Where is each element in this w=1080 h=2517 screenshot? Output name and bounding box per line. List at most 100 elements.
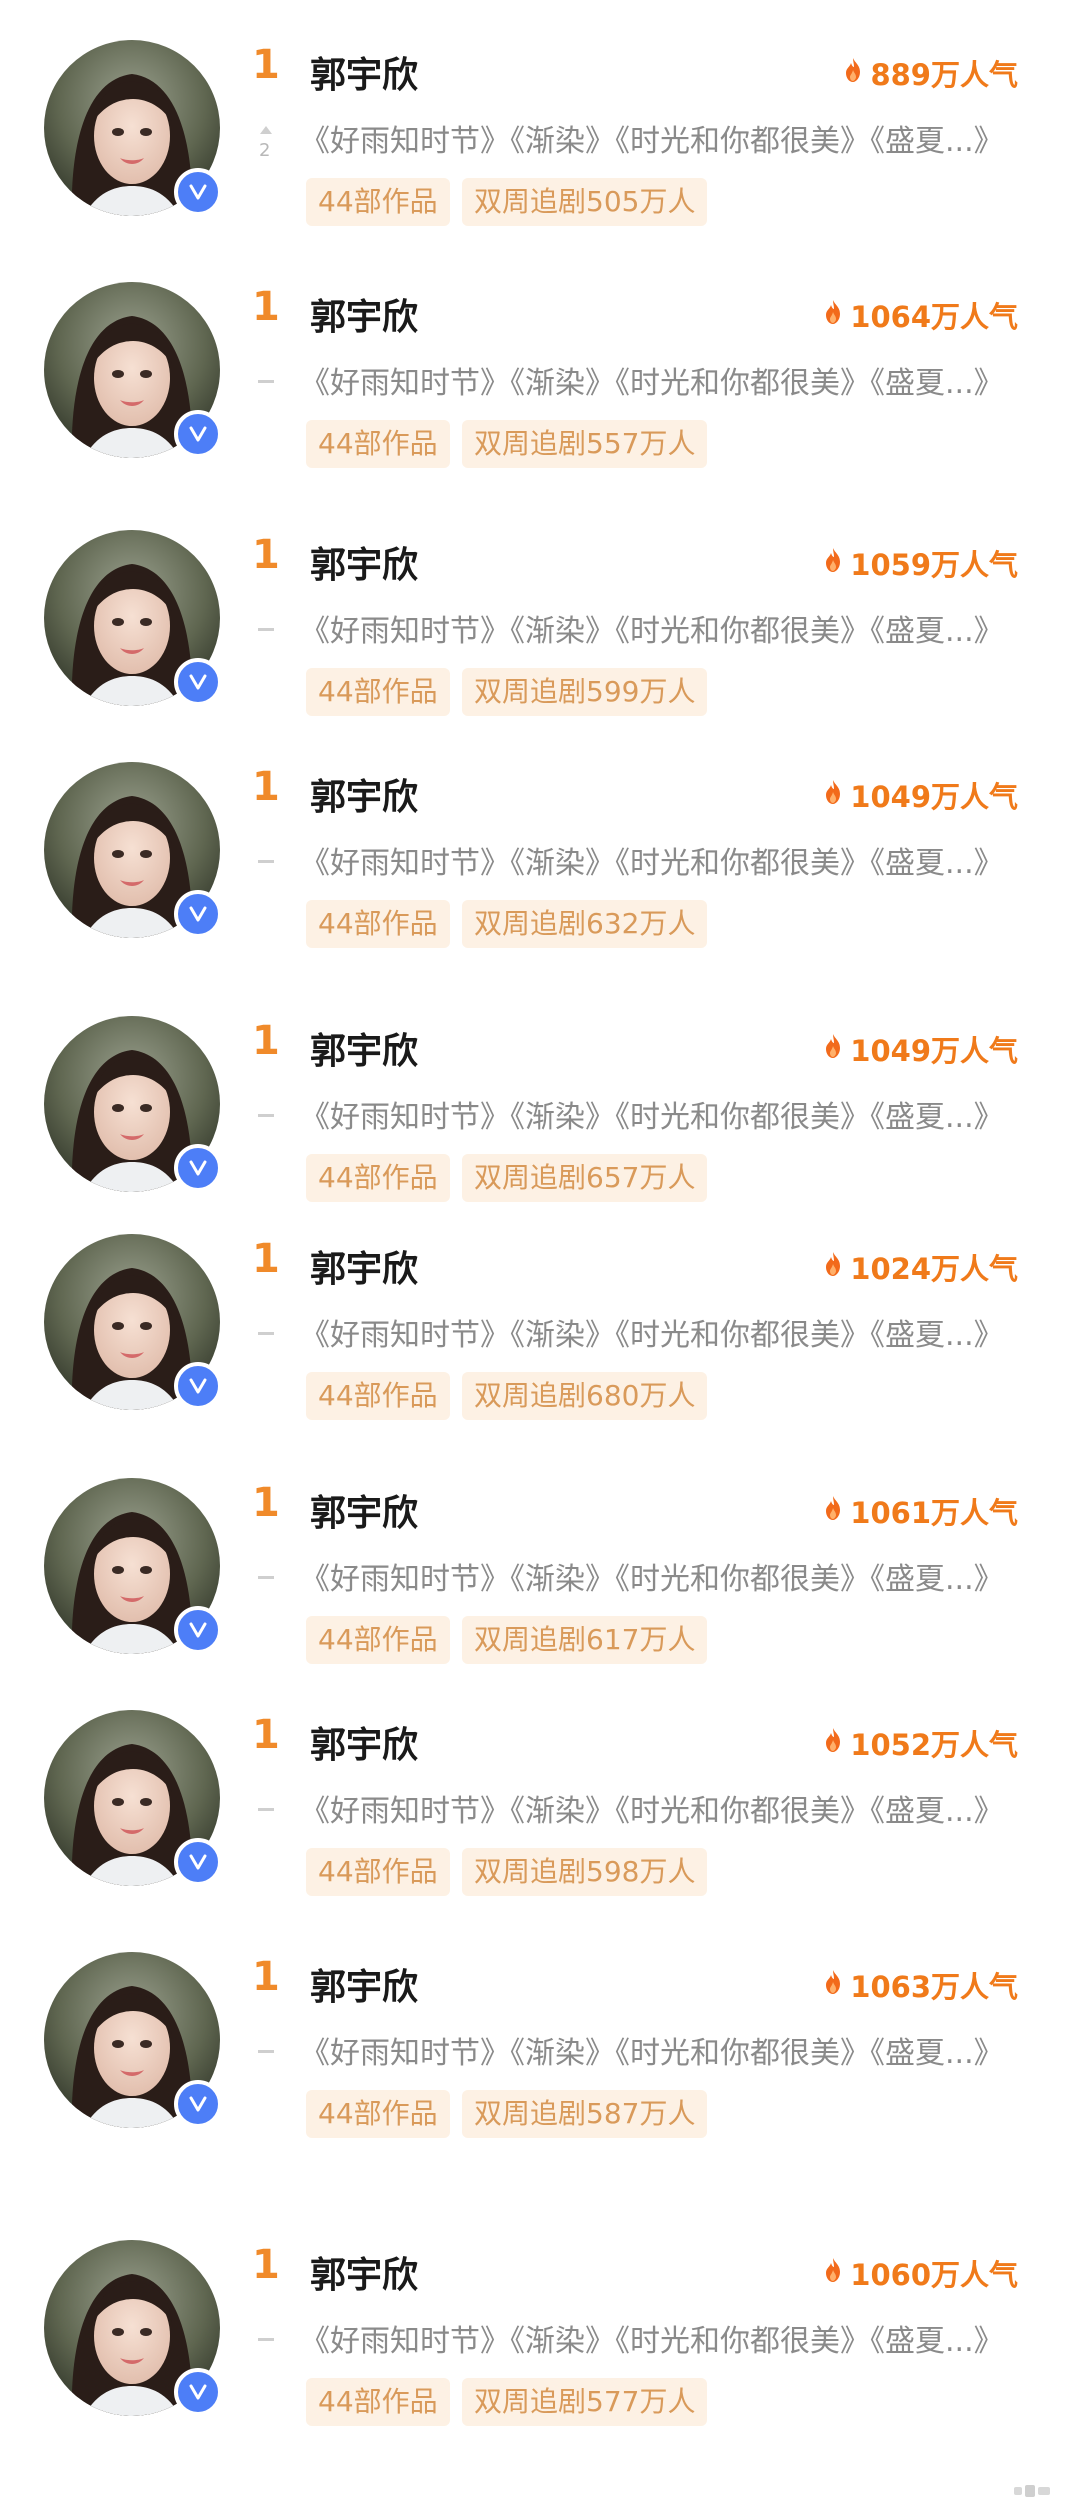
rank-number: 1 bbox=[252, 1712, 280, 1758]
popularity-text: 1024万人气 bbox=[850, 1252, 1018, 1286]
actor-name[interactable]: 郭宇欣 bbox=[310, 1484, 418, 1536]
verified-badge bbox=[174, 1144, 222, 1192]
tag-drama-viewers: 双周追剧557万人 bbox=[462, 420, 708, 468]
popularity: 1060万人气 bbox=[822, 2252, 1018, 2294]
flame-icon bbox=[822, 1968, 844, 2002]
works-list: 《好雨知时节》《渐染》《时光和你都很美》《盛夏...》 bbox=[300, 2036, 1004, 2071]
tag-works-count: 44部作品 bbox=[306, 668, 450, 716]
works-list: 《好雨知时节》《渐染》《时光和你都很美》《盛夏...》 bbox=[300, 614, 1004, 649]
actor-name[interactable]: 郭宇欣 bbox=[310, 1958, 418, 2010]
rank-number: 1 bbox=[252, 1954, 280, 2000]
tag-drama-viewers: 双周追剧598万人 bbox=[462, 1848, 708, 1896]
flame-icon bbox=[822, 1032, 844, 1066]
ranking-entry[interactable]: 1 郭宇欣 1063万人气 《好雨知时节》《渐染》《时光和你都很美》《盛夏...… bbox=[0, 1952, 1080, 2152]
ranking-entry[interactable]: 1 郭宇欣 1059万人气 《好雨知时节》《渐染》《时光和你都很美》《盛夏...… bbox=[0, 530, 1080, 730]
trend-same-icon bbox=[258, 2050, 274, 2053]
trend-same-icon bbox=[258, 628, 274, 631]
flame-icon bbox=[822, 546, 844, 580]
works-list: 《好雨知时节》《渐染》《时光和你都很美》《盛夏...》 bbox=[300, 1794, 1004, 1829]
ranking-entry[interactable]: 1 郭宇欣 1064万人气 《好雨知时节》《渐染》《时光和你都很美》《盛夏...… bbox=[0, 282, 1080, 482]
popularity-text: 889万人气 bbox=[870, 58, 1018, 92]
works-list: 《好雨知时节》《渐染》《时光和你都很美》《盛夏...》 bbox=[300, 846, 1004, 881]
actor-name[interactable]: 郭宇欣 bbox=[310, 536, 418, 588]
popularity: 1049万人气 bbox=[822, 774, 1018, 816]
actor-name[interactable]: 郭宇欣 bbox=[310, 288, 418, 340]
ranking-entry[interactable]: 1 郭宇欣 889万人气 2 《好雨知时节》《渐染》《时光和你都很美》《盛夏..… bbox=[0, 40, 1080, 240]
actor-name[interactable]: 郭宇欣 bbox=[310, 1022, 418, 1074]
popularity-text: 1059万人气 bbox=[850, 548, 1018, 582]
works-list: 《好雨知时节》《渐染》《时光和你都很美》《盛夏...》 bbox=[300, 124, 1004, 159]
popularity: 889万人气 bbox=[842, 52, 1018, 94]
popularity-text: 1049万人气 bbox=[850, 780, 1018, 814]
verified-v-icon bbox=[189, 1160, 207, 1176]
ranking-entry[interactable]: 1 郭宇欣 1060万人气 《好雨知时节》《渐染》《时光和你都很美》《盛夏...… bbox=[0, 2240, 1080, 2440]
trend-same-icon bbox=[258, 1808, 274, 1811]
verified-v-icon bbox=[189, 426, 207, 442]
flame-icon bbox=[822, 1726, 844, 1760]
popularity-text: 1064万人气 bbox=[850, 300, 1018, 334]
rank-number: 1 bbox=[252, 1480, 280, 1526]
trend-same-icon bbox=[258, 380, 274, 383]
tag-drama-viewers: 双周追剧587万人 bbox=[462, 2090, 708, 2138]
popularity: 1024万人气 bbox=[822, 1246, 1018, 1288]
trend-value: 2 bbox=[259, 140, 271, 161]
tag-works-count: 44部作品 bbox=[306, 2378, 450, 2426]
verified-badge bbox=[174, 1838, 222, 1886]
verified-v-icon bbox=[189, 906, 207, 922]
tag-works-count: 44部作品 bbox=[306, 2090, 450, 2138]
tag-drama-viewers: 双周追剧632万人 bbox=[462, 900, 708, 948]
tag-drama-viewers: 双周追剧680万人 bbox=[462, 1372, 708, 1420]
popularity: 1059万人气 bbox=[822, 542, 1018, 584]
tag-works-count: 44部作品 bbox=[306, 1848, 450, 1896]
verified-badge bbox=[174, 1362, 222, 1410]
verified-badge bbox=[174, 2368, 222, 2416]
popularity: 1061万人气 bbox=[822, 1490, 1018, 1532]
tag-drama-viewers: 双周追剧505万人 bbox=[462, 178, 708, 226]
ranking-list: 1 郭宇欣 889万人气 2 《好雨知时节》《渐染》《时光和你都很美》《盛夏..… bbox=[0, 0, 1080, 2517]
actor-name[interactable]: 郭宇欣 bbox=[310, 46, 418, 98]
flame-icon bbox=[842, 56, 864, 90]
flame-icon bbox=[822, 298, 844, 332]
verified-v-icon bbox=[189, 1622, 207, 1638]
rank-number: 1 bbox=[252, 1018, 280, 1064]
actor-name[interactable]: 郭宇欣 bbox=[310, 768, 418, 820]
popularity-text: 1063万人气 bbox=[850, 1970, 1018, 2004]
rank-number: 1 bbox=[252, 532, 280, 578]
actor-name[interactable]: 郭宇欣 bbox=[310, 1240, 418, 1292]
trend-same-icon bbox=[258, 860, 274, 863]
trend-same-icon bbox=[258, 1332, 274, 1335]
tag-works-count: 44部作品 bbox=[306, 1616, 450, 1664]
verified-v-icon bbox=[189, 2096, 207, 2112]
ranking-entry[interactable]: 1 郭宇欣 1052万人气 《好雨知时节》《渐染》《时光和你都很美》《盛夏...… bbox=[0, 1710, 1080, 1910]
rank-number: 1 bbox=[252, 1236, 280, 1282]
popularity: 1064万人气 bbox=[822, 294, 1018, 336]
rank-number: 1 bbox=[252, 284, 280, 330]
popularity: 1063万人气 bbox=[822, 1964, 1018, 2006]
popularity: 1049万人气 bbox=[822, 1028, 1018, 1070]
trend-same-icon bbox=[258, 1576, 274, 1579]
popularity: 1052万人气 bbox=[822, 1722, 1018, 1764]
verified-v-icon bbox=[189, 1378, 207, 1394]
verified-badge bbox=[174, 1606, 222, 1654]
ranking-entry[interactable]: 1 郭宇欣 1049万人气 《好雨知时节》《渐染》《时光和你都很美》《盛夏...… bbox=[0, 762, 1080, 962]
verified-v-icon bbox=[189, 1854, 207, 1870]
tag-drama-viewers: 双周追剧617万人 bbox=[462, 1616, 708, 1664]
popularity-text: 1060万人气 bbox=[850, 2258, 1018, 2292]
tag-drama-viewers: 双周追剧599万人 bbox=[462, 668, 708, 716]
popularity-text: 1052万人气 bbox=[850, 1728, 1018, 1762]
ranking-entry[interactable]: 1 郭宇欣 1061万人气 《好雨知时节》《渐染》《时光和你都很美》《盛夏...… bbox=[0, 1478, 1080, 1678]
flame-icon bbox=[822, 1250, 844, 1284]
tag-works-count: 44部作品 bbox=[306, 420, 450, 468]
works-list: 《好雨知时节》《渐染》《时光和你都很美》《盛夏...》 bbox=[300, 1562, 1004, 1597]
ranking-entry[interactable]: 1 郭宇欣 1049万人气 《好雨知时节》《渐染》《时光和你都很美》《盛夏...… bbox=[0, 1016, 1080, 1216]
verified-badge bbox=[174, 168, 222, 216]
trend-same-icon bbox=[258, 1114, 274, 1117]
works-list: 《好雨知时节》《渐染》《时光和你都很美》《盛夏...》 bbox=[300, 1100, 1004, 1135]
works-list: 《好雨知时节》《渐染》《时光和你都很美》《盛夏...》 bbox=[300, 2324, 1004, 2359]
works-list: 《好雨知时节》《渐染》《时光和你都很美》《盛夏...》 bbox=[300, 366, 1004, 401]
tag-works-count: 44部作品 bbox=[306, 900, 450, 948]
rank-number: 1 bbox=[252, 42, 280, 88]
actor-name[interactable]: 郭宇欣 bbox=[310, 1716, 418, 1768]
actor-name[interactable]: 郭宇欣 bbox=[310, 2246, 418, 2298]
ranking-entry[interactable]: 1 郭宇欣 1024万人气 《好雨知时节》《渐染》《时光和你都很美》《盛夏...… bbox=[0, 1234, 1080, 1434]
